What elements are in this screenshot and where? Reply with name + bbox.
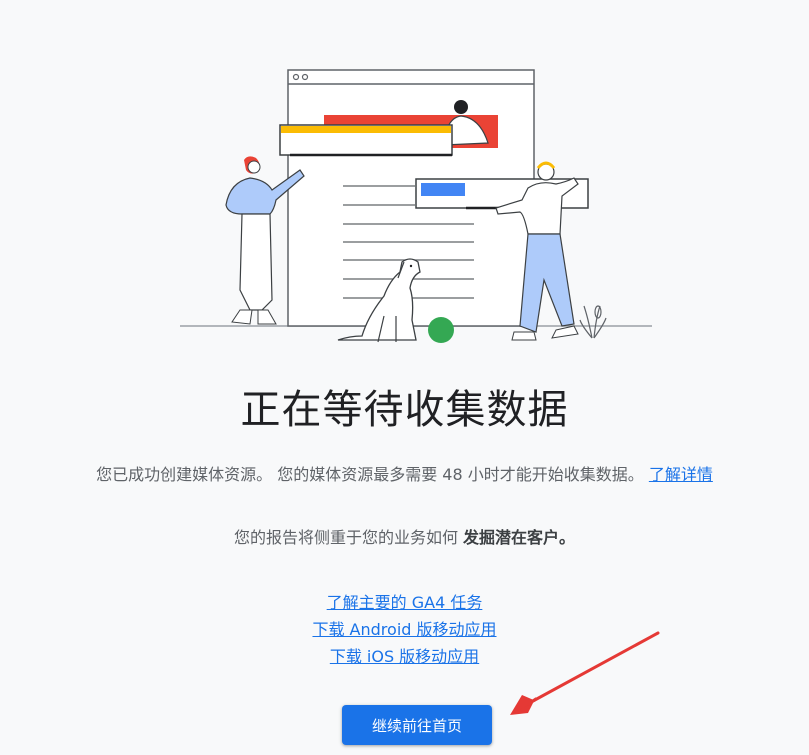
ga4-tasks-link[interactable]: 了解主要的 GA4 任务 [327, 593, 483, 612]
success-description: 您已成功创建媒体资源。 您的媒体资源最多需要 48 小时才能开始收集数据。 了解… [0, 463, 809, 487]
continue-to-home-button[interactable]: 继续前往首页 [342, 705, 492, 745]
waiting-for-data-page: 正在等待收集数据 您已成功创建媒体资源。 您的媒体资源最多需要 48 小时才能开… [0, 0, 809, 755]
plant-icon [579, 305, 607, 339]
description-text: 您已成功创建媒体资源。 您的媒体资源最多需要 48 小时才能开始收集数据。 [96, 465, 644, 484]
learn-more-link[interactable]: 了解详情 [649, 465, 713, 484]
focus-emphasis: 发掘潜在客户。 [463, 528, 576, 547]
page-title: 正在等待收集数据 [240, 387, 569, 433]
ios-app-link[interactable]: 下载 iOS 版移动应用 [330, 647, 479, 666]
dashboard-collaboration-illustration [180, 69, 652, 343]
report-focus-text: 您的报告将侧重于您的业务如何 发掘潜在客户。 [0, 526, 809, 550]
resource-links: 了解主要的 GA4 任务 下载 Android 版移动应用 下载 iOS 版移动… [0, 589, 809, 670]
yellow-data-card [279, 124, 453, 157]
green-ball-icon [428, 317, 454, 343]
focus-prefix: 您的报告将侧重于您的业务如何 [233, 528, 458, 547]
android-app-link[interactable]: 下载 Android 版移动应用 [312, 620, 496, 639]
